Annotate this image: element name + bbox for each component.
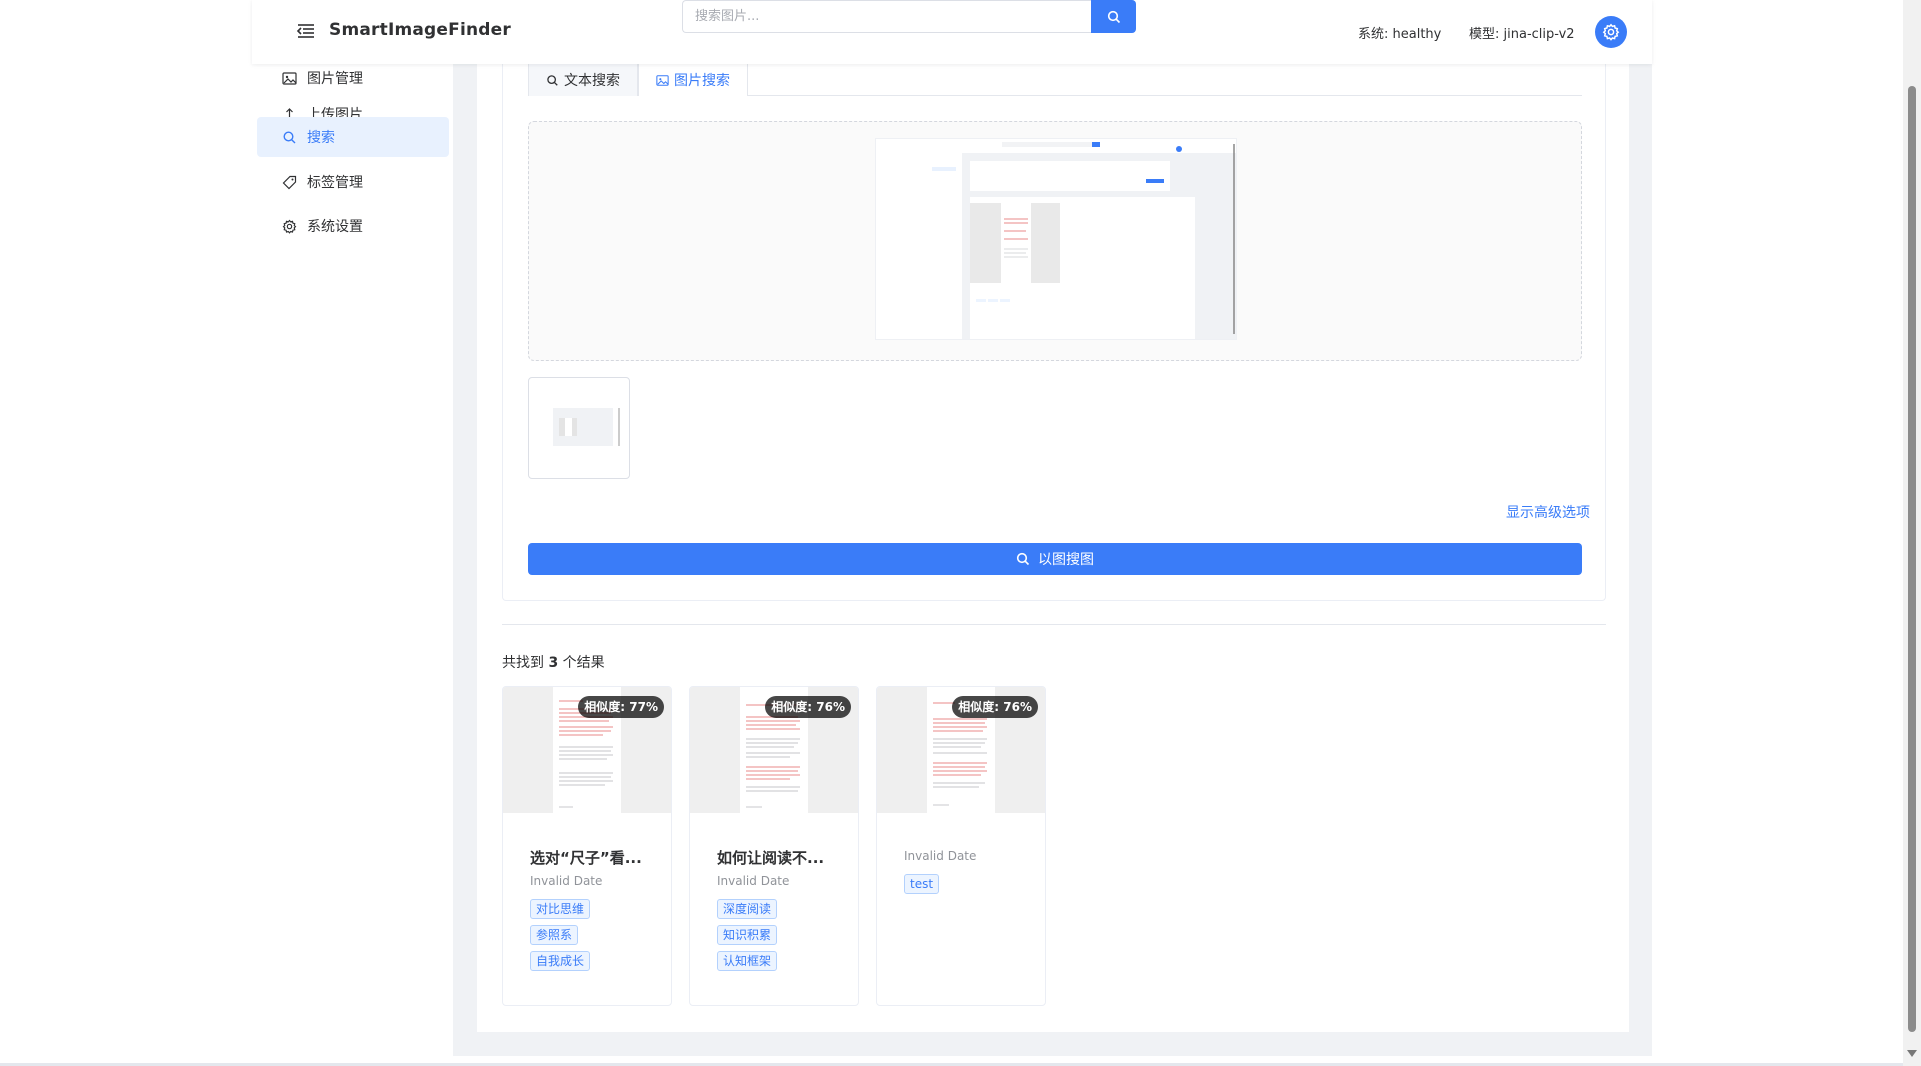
result-tags: 深度阅读 知识积累 认知框架 (717, 899, 778, 971)
results-divider (502, 624, 1606, 625)
app-header: SmartImageFinder 系统: healthy 模型: jina-cl… (252, 0, 1652, 64)
result-title: 如何让阅读不... (717, 849, 825, 867)
sidebar-item-search[interactable]: 搜索 (257, 117, 449, 157)
result-title: 选对“尺子”看... (530, 849, 642, 867)
result-date: Invalid Date (904, 849, 977, 863)
settings-button[interactable] (1595, 16, 1627, 48)
sidebar: 图片管理 上传图片 搜索 标签管理 系统设置 (252, 64, 453, 1064)
tag-chip[interactable]: 自我成长 (530, 951, 591, 971)
result-card[interactable]: 相似度: 76% 如何让阅读不... Invalid Date 深度阅读 知识积… (689, 686, 859, 1006)
result-card[interactable]: 相似度: 76% Invalid Date test (876, 686, 1046, 1006)
menu-toggle-icon[interactable] (296, 21, 316, 41)
model-status: 模型: jina-clip-v2 (1469, 27, 1575, 42)
app-title: SmartImageFinder (329, 20, 511, 40)
search-icon (1107, 10, 1120, 23)
tag-chip[interactable]: 知识积累 (717, 925, 778, 945)
search-tabs: 文本搜索 图片搜索 (528, 64, 1582, 96)
sidebar-item-label: 标签管理 (307, 175, 363, 191)
scroll-down-arrow-icon[interactable] (1907, 1050, 1917, 1057)
result-card[interactable]: 相似度: 77% 选对“尺子”看... Invalid Date 对比思维 参照… (502, 686, 672, 1006)
image-search-button[interactable]: 以图搜图 (528, 543, 1582, 575)
similarity-badge: 相似度: 76% (765, 696, 851, 718)
search-icon (281, 129, 297, 145)
tab-label: 图片搜索 (674, 73, 730, 89)
advanced-options-link[interactable]: 显示高级选项 (1506, 502, 1590, 522)
system-status: 系统: healthy (1358, 27, 1442, 42)
tag-chip[interactable]: 参照系 (530, 925, 579, 945)
sidebar-item-label: 图片管理 (307, 71, 363, 87)
image-upload-dropzone[interactable] (528, 121, 1582, 361)
search-icon (1016, 552, 1030, 566)
search-panel: 文本搜索 图片搜索 显示高级选项 以图搜图 (502, 64, 1606, 601)
search-input[interactable] (682, 0, 1092, 33)
search-button[interactable] (1091, 0, 1136, 33)
result-date: Invalid Date (530, 874, 603, 888)
result-thumbnail: 相似度: 76% (877, 687, 1045, 813)
result-count-prefix: 共找到 (502, 655, 544, 671)
result-tags: 对比思维 参照系 自我成长 (530, 899, 591, 971)
similarity-badge: 相似度: 77% (578, 696, 664, 718)
tag-chip[interactable]: 认知框架 (717, 951, 778, 971)
sidebar-item-tags[interactable]: 标签管理 (257, 162, 449, 202)
image-search-button-label: 以图搜图 (1038, 552, 1094, 568)
scrollbar-thumb[interactable] (1908, 86, 1916, 1032)
result-thumbnail: 相似度: 76% (690, 687, 858, 813)
tag-chip[interactable]: 深度阅读 (717, 899, 778, 919)
result-tags: test (904, 874, 940, 894)
image-icon (281, 70, 297, 86)
result-count: 共找到 3 个结果 (502, 652, 605, 672)
gear-icon (1602, 23, 1620, 41)
result-date: Invalid Date (717, 874, 790, 888)
tab-image-search[interactable]: 图片搜索 (638, 64, 748, 96)
result-thumbnail: 相似度: 77% (503, 687, 671, 813)
uploaded-image-thumbnail[interactable] (528, 377, 630, 479)
tag-icon (281, 174, 297, 190)
sidebar-item-image-management[interactable]: 图片管理 (257, 58, 449, 98)
image-icon (656, 74, 669, 87)
similarity-badge: 相似度: 76% (952, 696, 1038, 718)
uploaded-image-preview (875, 138, 1237, 340)
result-count-suffix: 个结果 (562, 655, 605, 671)
sidebar-item-settings[interactable]: 系统设置 (257, 206, 449, 246)
page-scrollbar[interactable] (1903, 0, 1921, 1066)
tag-chip[interactable]: 对比思维 (530, 899, 591, 919)
tag-chip[interactable]: test (904, 874, 940, 894)
sidebar-item-label: 搜索 (307, 130, 335, 146)
content-card: 文本搜索 图片搜索 显示高级选项 以图搜图 共找到 3 个结果 相似度: 77%… (477, 64, 1629, 1032)
header-search (682, 0, 1136, 33)
gear-icon (281, 218, 297, 234)
search-icon (546, 74, 559, 87)
tab-label: 文本搜索 (564, 73, 620, 89)
sidebar-item-label: 系统设置 (307, 219, 363, 235)
result-count-number: 3 (548, 655, 559, 671)
tab-text-search[interactable]: 文本搜索 (528, 64, 638, 96)
